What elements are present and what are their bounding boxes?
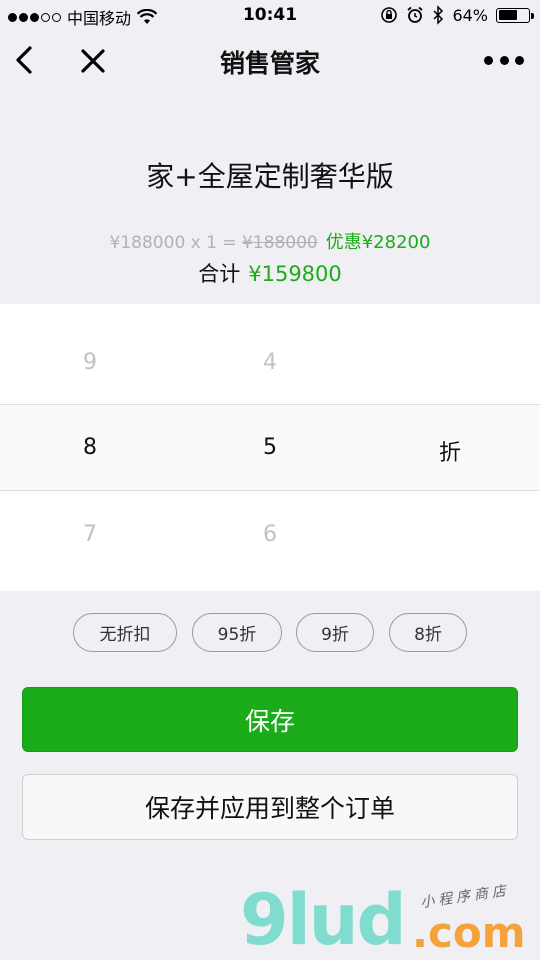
watermark-suffix: .com (412, 908, 526, 957)
status-right: 64% (380, 5, 534, 25)
total-line: 合计 ¥159800 (0, 258, 540, 288)
rotation-lock-icon (381, 7, 398, 23)
chip-95-off[interactable]: 95折 (192, 613, 282, 652)
picker-digit-ones-selected[interactable]: 5 (240, 435, 300, 460)
watermark-logo: 9lud .com 小程序商店 (240, 880, 530, 960)
quick-discount-chips: 无折扣 95折 9折 8折 (0, 613, 540, 653)
alarm-icon (407, 6, 424, 23)
chip-80-off[interactable]: 8折 (389, 613, 467, 652)
original-total: ¥188000 (242, 233, 318, 253)
picker-digit-tens-below[interactable]: 7 (60, 522, 120, 547)
save-apply-all-button[interactable]: 保存并应用到整个订单 (22, 774, 518, 840)
battery-level (498, 10, 518, 20)
discount-picker[interactable]: 9 4 8 5 折 7 6 (0, 304, 540, 591)
discount-amount: 优惠¥28200 (325, 232, 431, 253)
total-value: ¥159800 (248, 262, 342, 286)
picker-digit-ones-above[interactable]: 4 (240, 350, 300, 375)
nav-bar: 销售管家 (0, 30, 540, 90)
chip-no-discount[interactable]: 无折扣 (73, 613, 177, 652)
picker-unit: 折 (438, 441, 461, 466)
battery-percent: 64% (452, 5, 488, 25)
chip-90-off[interactable]: 9折 (296, 613, 374, 652)
watermark-logo-text: 9lud (240, 879, 407, 960)
price-breakdown: ¥188000 x 1 = ¥188000 优惠¥28200 (0, 228, 540, 254)
total-label: 合计 (198, 262, 241, 286)
status-bar: 中国移动 10:41 64% (0, 0, 540, 30)
more-dots-icon[interactable] (484, 48, 524, 72)
picker-digit-ones-below[interactable]: 6 (240, 522, 300, 547)
battery-icon (496, 7, 534, 23)
save-button[interactable]: 保存 (22, 687, 518, 752)
picker-digit-tens-selected[interactable]: 8 (60, 435, 120, 460)
unit-price: ¥188000 x 1 = (109, 233, 242, 253)
bluetooth-icon (433, 5, 444, 25)
picker-digit-tens-above[interactable]: 9 (60, 350, 120, 375)
page-title: 销售管家 (219, 49, 320, 78)
product-name: 家+全屋定制奢华版 (146, 160, 394, 193)
